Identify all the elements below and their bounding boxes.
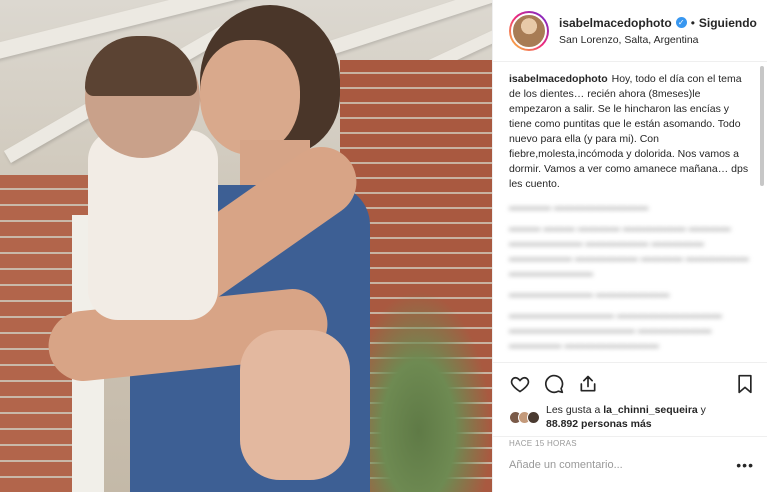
post-sidebar: isabelmacedophoto ✓ • Siguiendo San Lore… — [492, 0, 767, 492]
likes-summary: Les gusta a la_chinni_sequeira y 88.892 … — [509, 403, 756, 431]
caption-text: Hoy, todo el día con el tema de los dien… — [509, 73, 749, 190]
share-icon[interactable] — [577, 373, 599, 395]
post-caption: isabelmacedophoto Hoy, todo el día con el… — [509, 72, 752, 192]
baby-shirt — [88, 130, 218, 320]
more-options-icon[interactable]: ••• — [736, 457, 754, 473]
comments-area[interactable]: isabelmacedophoto Hoy, todo el día con el… — [493, 62, 767, 362]
caption-username[interactable]: isabelmacedophoto — [509, 73, 608, 85]
likes-text: Les gusta a — [546, 404, 604, 416]
comment-icon[interactable] — [543, 373, 565, 395]
separator-dot: • — [690, 15, 695, 30]
blurred-comments: ▬▬▬▬ ▬▬▬▬▬▬▬▬▬ ▬▬▬ ▬▬▬ ▬▬▬▬ ▬▬▬▬▬▬ ▬▬▬▬ … — [509, 201, 749, 351]
comment-input[interactable]: Añade un comentario... — [509, 459, 736, 471]
baby-leg — [240, 330, 350, 480]
bookmark-icon[interactable] — [734, 373, 756, 395]
location-link[interactable]: San Lorenzo, Salta, Argentina — [559, 34, 757, 46]
post-photo[interactable] — [0, 0, 492, 492]
liker-avatars[interactable] — [509, 410, 540, 424]
following-button[interactable]: Siguiendo — [699, 16, 757, 30]
verified-badge-icon: ✓ — [675, 17, 687, 28]
avatar[interactable] — [509, 10, 549, 51]
heart-icon[interactable] — [509, 373, 531, 395]
username-link[interactable]: isabelmacedophoto — [559, 16, 672, 30]
liker-username-link[interactable]: la_chinni_sequeira — [603, 404, 698, 416]
post-header: isabelmacedophoto ✓ • Siguiendo San Lore… — [493, 0, 767, 62]
likes-count-link[interactable]: 88.892 personas más — [546, 418, 652, 430]
comments-scrollbar[interactable] — [760, 66, 764, 356]
likes-text: y — [697, 404, 706, 416]
woman-face — [200, 40, 300, 155]
add-comment-bar: Añade un comentario... ••• — [493, 436, 767, 492]
